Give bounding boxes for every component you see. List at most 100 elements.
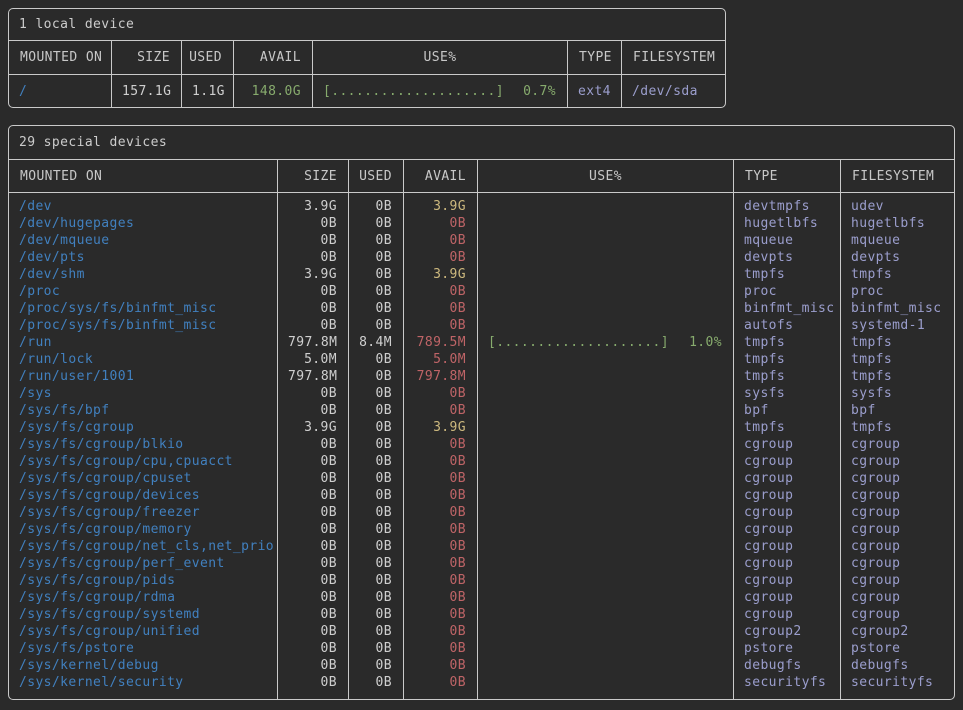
size-value: 797.8M: [288, 334, 337, 351]
column-used: 1.1G: [182, 75, 234, 107]
mount-path: /sys/kernel/debug: [19, 657, 266, 674]
size-value: 3.9G: [288, 198, 337, 215]
mount-path: /sys/fs/cgroup/cpuset: [19, 470, 266, 487]
size-value: 0B: [288, 402, 337, 419]
used-value: 0B: [359, 300, 392, 317]
used-value: 0B: [359, 538, 392, 555]
avail-value: 0B: [414, 249, 466, 266]
size-value: 0B: [288, 300, 337, 317]
usage-cell: [488, 674, 722, 691]
fs-type: cgroup: [744, 572, 829, 589]
usage-cell: [488, 368, 722, 385]
avail-value: 0B: [414, 215, 466, 232]
used-value: 0B: [359, 232, 392, 249]
mount-path: /dev: [19, 198, 266, 215]
usage-cell: [....................]0.7%: [323, 83, 556, 100]
size-value: 0B: [288, 538, 337, 555]
mount-path: /sys/fs/cgroup/devices: [19, 487, 266, 504]
avail-value: 5.0M: [414, 351, 466, 368]
avail-value: 0B: [414, 317, 466, 334]
size-value: 0B: [288, 215, 337, 232]
usage-cell: [488, 470, 722, 487]
used-value: 0B: [359, 487, 392, 504]
mount-path: /sys/fs/cgroup/pids: [19, 572, 266, 589]
mount-path: /sys/fs/bpf: [19, 402, 266, 419]
column-type: devtmpfshugetlbfsmqueuedevptstmpfsprocbi…: [734, 193, 841, 699]
column-header-used: USED: [182, 41, 234, 74]
column-header-size: SIZE: [278, 160, 349, 192]
avail-value: 0B: [414, 606, 466, 623]
filesystem-name: proc: [851, 283, 943, 300]
size-value: 0B: [288, 504, 337, 521]
usage-percent: 1.0%: [689, 334, 722, 351]
size-value: 5.0M: [288, 351, 337, 368]
avail-value: 0B: [414, 470, 466, 487]
usage-cell: [488, 453, 722, 470]
avail-value: 0B: [414, 385, 466, 402]
column-header-avail: AVAIL: [234, 41, 313, 74]
filesystem-name: udev: [851, 198, 943, 215]
column-header-use: USE%: [478, 160, 734, 192]
used-value: 0B: [359, 351, 392, 368]
used-value: 0B: [359, 470, 392, 487]
fs-type: devtmpfs: [744, 198, 829, 215]
filesystem-name: systemd-1: [851, 317, 943, 334]
filesystem-name: cgroup: [851, 538, 943, 555]
mount-path: /proc/sys/fs/binfmt_misc: [19, 300, 266, 317]
local-devices-header-row: MOUNTED ONSIZEUSEDAVAILUSE%TYPEFILESYSTE…: [9, 41, 725, 75]
mount-path: /sys/fs/cgroup/blkio: [19, 436, 266, 453]
used-value: 0B: [359, 385, 392, 402]
usage-cell: [488, 436, 722, 453]
used-value: 0B: [359, 504, 392, 521]
filesystem-name: tmpfs: [851, 266, 943, 283]
usage-cell: [488, 555, 722, 572]
avail-value: 3.9G: [414, 198, 466, 215]
fs-type: tmpfs: [744, 266, 829, 283]
size-value: 0B: [288, 589, 337, 606]
fs-type: cgroup: [744, 606, 829, 623]
column-used: 0B0B0B0B0B0B0B0B8.4M0B0B0B0B0B0B0B0B0B0B…: [349, 193, 404, 699]
filesystem-name: sysfs: [851, 385, 943, 402]
usage-bar: [....................]: [323, 83, 504, 100]
fs-type: cgroup: [744, 589, 829, 606]
mount-path: /sys/fs/cgroup: [19, 419, 266, 436]
usage-cell: [488, 538, 722, 555]
size-value: 0B: [288, 572, 337, 589]
usage-cell: [488, 385, 722, 402]
used-value: 0B: [359, 198, 392, 215]
avail-value: 3.9G: [414, 419, 466, 436]
usage-cell: [488, 402, 722, 419]
filesystem-name: cgroup: [851, 606, 943, 623]
avail-value: 0B: [414, 453, 466, 470]
used-value: 0B: [359, 402, 392, 419]
fs-type: cgroup2: [744, 623, 829, 640]
filesystem-name: debugfs: [851, 657, 943, 674]
fs-type: securityfs: [744, 674, 829, 691]
special-devices-table: 29 special devices MOUNTED ONSIZEUSEDAVA…: [8, 125, 955, 700]
avail-value: 0B: [414, 538, 466, 555]
fs-type: sysfs: [744, 385, 829, 402]
mount-path: /sys/fs/cgroup/unified: [19, 623, 266, 640]
usage-cell: [488, 317, 722, 334]
column-header-fs: FILESYSTEM: [622, 41, 725, 74]
special-devices-title: 29 special devices: [9, 126, 954, 160]
size-value: 0B: [288, 640, 337, 657]
filesystem-name: cgroup: [851, 521, 943, 538]
mount-path: /sys/fs/pstore: [19, 640, 266, 657]
usage-cell: [488, 623, 722, 640]
used-value: 8.4M: [359, 334, 392, 351]
fs-type: binfmt_misc: [744, 300, 829, 317]
filesystem-name: devpts: [851, 249, 943, 266]
avail-value: 148.0G: [244, 83, 301, 100]
filesystem-name: tmpfs: [851, 419, 943, 436]
used-value: 0B: [359, 317, 392, 334]
special-devices-rows: /dev/dev/hugepages/dev/mqueue/dev/pts/de…: [9, 193, 954, 699]
filesystem-name: tmpfs: [851, 351, 943, 368]
usage-cell: [488, 232, 722, 249]
used-value: 0B: [359, 249, 392, 266]
used-value: 0B: [359, 283, 392, 300]
usage-cell: [488, 640, 722, 657]
fs-type: hugetlbfs: [744, 215, 829, 232]
mount-path: /sys/fs/cgroup/systemd: [19, 606, 266, 623]
used-value: 0B: [359, 606, 392, 623]
